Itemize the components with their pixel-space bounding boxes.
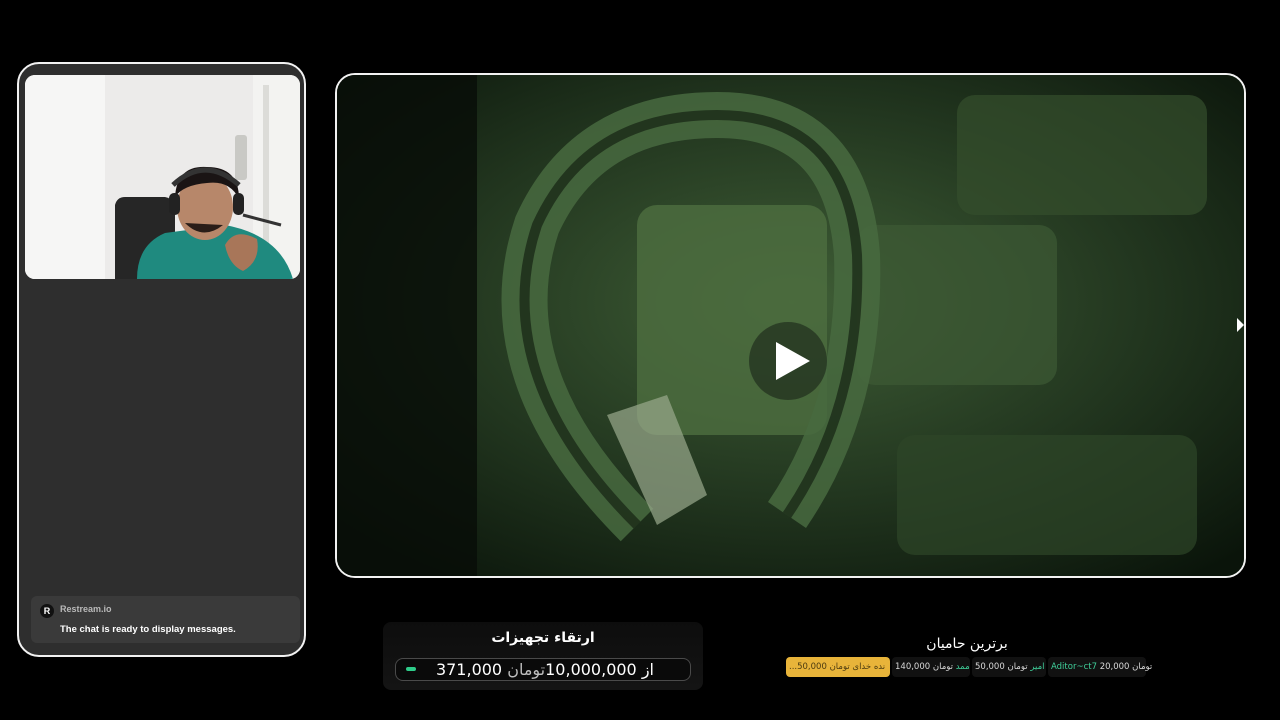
sponsor-item: امیر تومان 50,000	[972, 657, 1046, 677]
goal-unit: تومان	[507, 660, 546, 679]
mouse-cursor-icon	[1237, 318, 1244, 332]
goal-progress-fill	[406, 667, 416, 671]
chat-message-text: The chat is ready to display messages.	[60, 624, 236, 635]
sponsor-item: ممد تومان 140,000	[892, 657, 970, 677]
sponsor-unit: تومان	[932, 662, 954, 672]
sponsor-unit: تومان	[1132, 662, 1153, 672]
sponsor-item: ...نده خدای تومان 50,000	[786, 657, 890, 677]
sponsor-unit: تومان	[829, 662, 850, 672]
webcam-feed	[25, 75, 300, 279]
webcam-image	[25, 75, 300, 279]
sponsor-amount: 20,000	[1099, 662, 1130, 672]
top-sponsors-title: برترین حامیان	[926, 636, 1008, 652]
goal-current: 371,000	[435, 660, 503, 679]
sponsor-name: امیر	[1030, 662, 1045, 672]
chat-message: R Restream.io The chat is ready to displ…	[31, 596, 300, 643]
goal-title: ارتقاء تجهیزات	[491, 630, 595, 646]
goal-target: 10,000,000	[545, 660, 637, 679]
play-icon	[776, 342, 810, 380]
sponsor-unit: تومان	[1007, 662, 1028, 672]
goal-progress-bar: 371,000 از 10,000,000تومان	[395, 658, 691, 681]
goal-connector: از	[641, 660, 654, 679]
sponsor-amount: 50,000	[797, 662, 827, 672]
goal-amount-text: 371,000 از 10,000,000تومان	[436, 660, 654, 679]
sponsor-item: Aditor~ct7 تومان 20,000	[1048, 657, 1152, 677]
play-button[interactable]	[749, 322, 827, 400]
sponsor-name: ممد	[955, 662, 970, 672]
sponsor-name: Aditor~ct7	[1051, 662, 1097, 672]
donation-goal: ارتقاء تجهیزات 371,000 از 10,000,000توما…	[383, 622, 703, 690]
restream-logo-icon: R	[40, 604, 54, 618]
sponsor-amount: 140,000	[895, 662, 931, 672]
chat-source-label: Restream.io	[60, 604, 112, 614]
top-sponsors-list: ...نده خدای تومان 50,000 ممد تومان 140,0…	[786, 657, 1152, 677]
webcam-chat-panel: R Restream.io The chat is ready to displ…	[17, 62, 306, 657]
video-player[interactable]	[335, 73, 1246, 578]
sponsor-amount: 50,000	[975, 662, 1005, 672]
